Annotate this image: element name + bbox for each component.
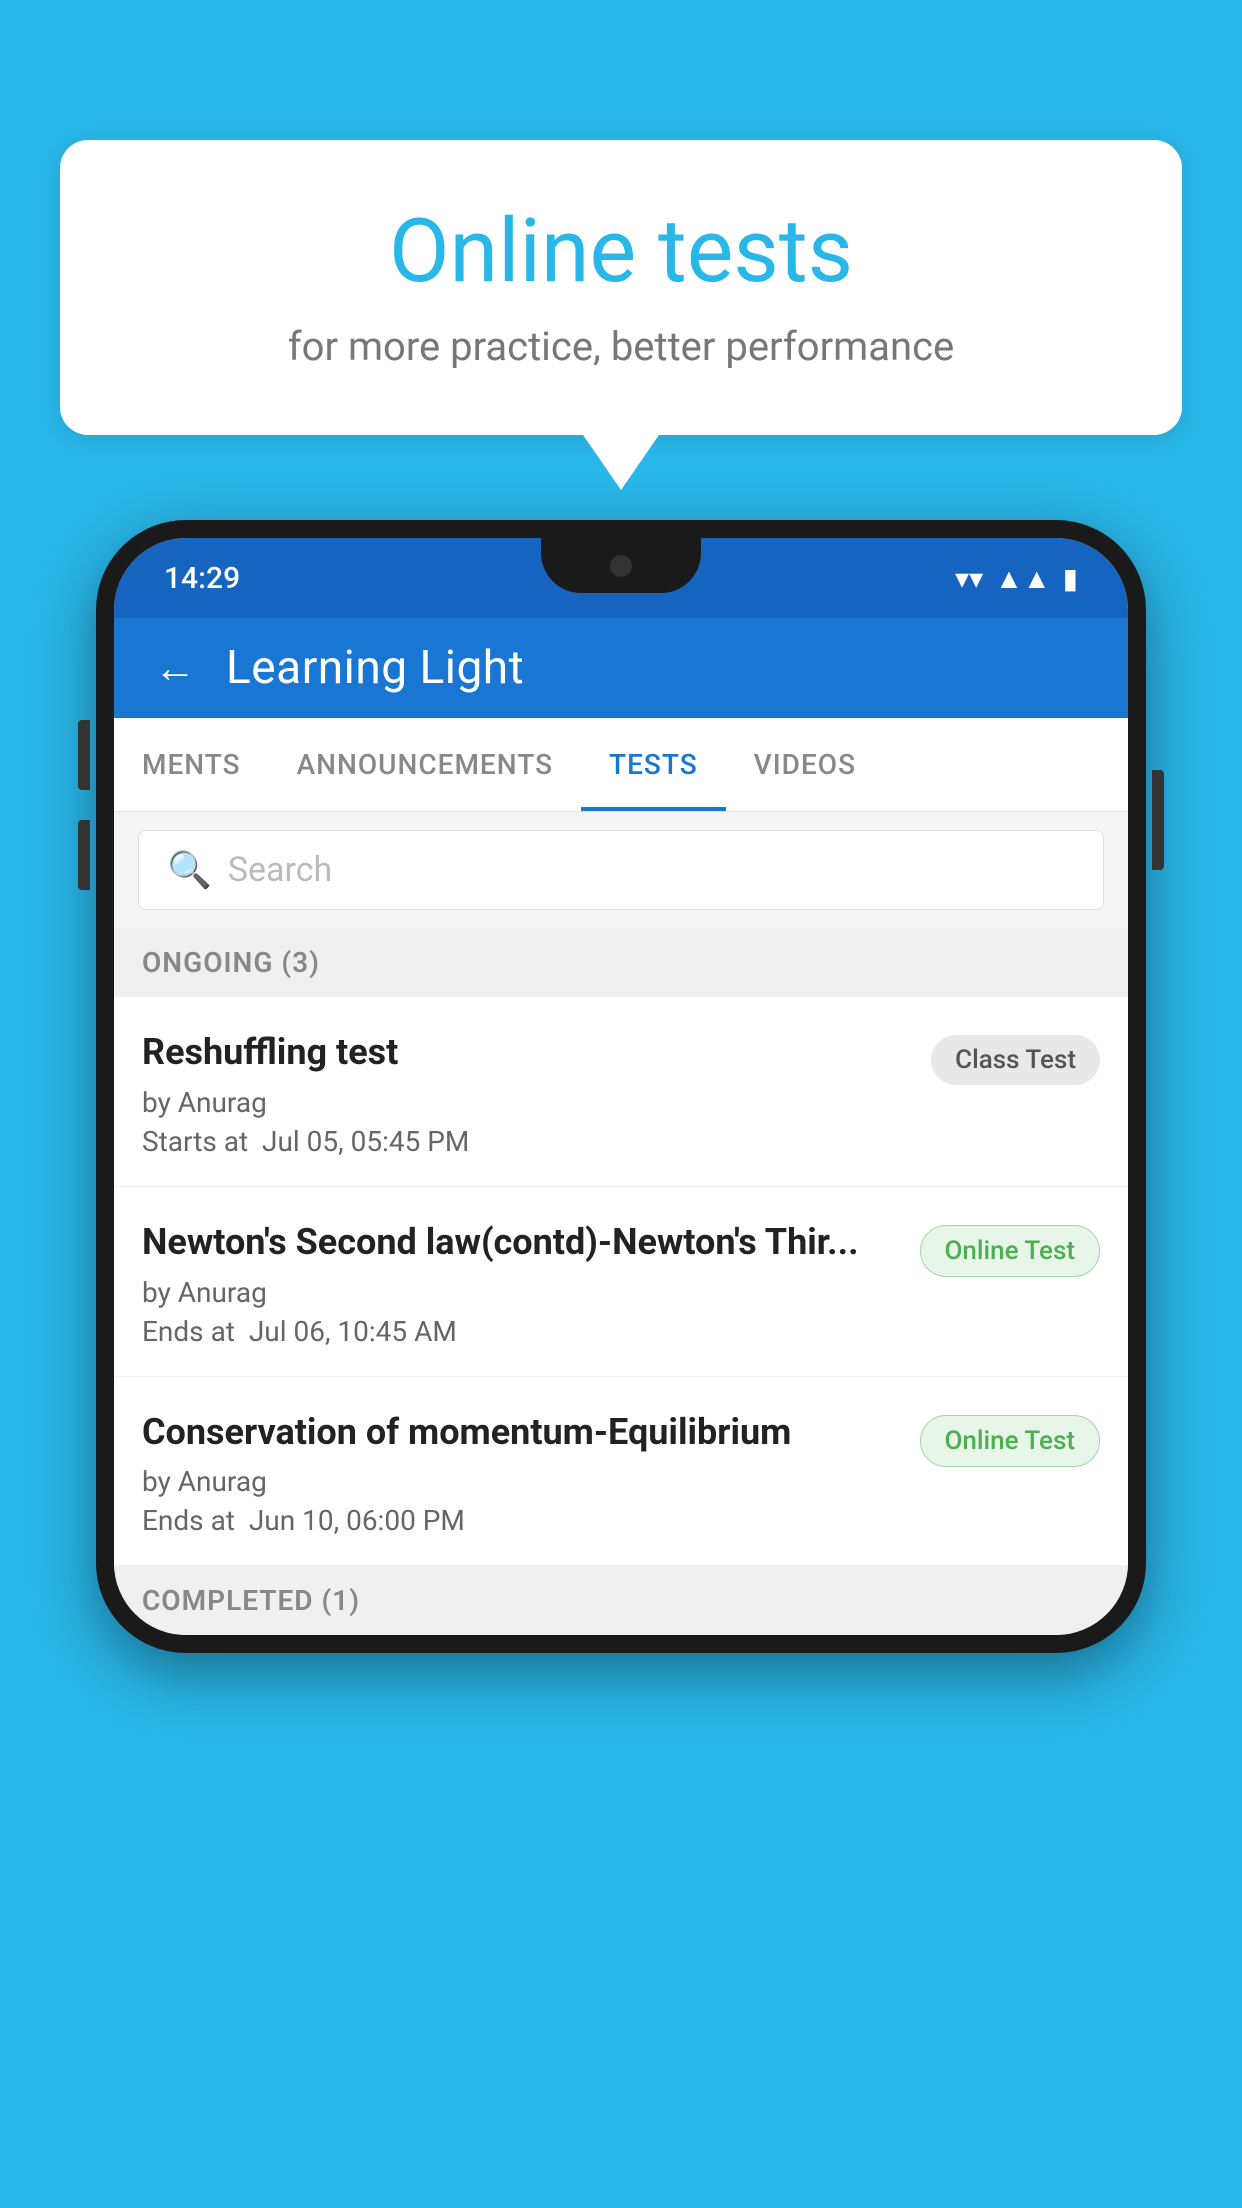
- completed-section-header: COMPLETED (1): [114, 1566, 1128, 1635]
- tab-announcements[interactable]: ANNOUNCEMENTS: [269, 718, 581, 811]
- power-button[interactable]: [1152, 770, 1164, 870]
- phone-screen: 14:29 ▾▾ ▲▲ ▮ ← Learning Light MENTS ANN…: [114, 538, 1128, 1635]
- search-icon: 🔍: [167, 849, 212, 891]
- test-item-reshuffling[interactable]: Reshuffling test by Anurag Starts at Jul…: [114, 997, 1128, 1187]
- test-author-conservation: by Anurag: [142, 1465, 900, 1498]
- app-header: ← Learning Light: [114, 618, 1128, 718]
- test-info-newtons: Newton's Second law(contd)-Newton's Thir…: [142, 1219, 920, 1348]
- battery-icon: ▮: [1063, 562, 1078, 595]
- bubble-subtitle: for more practice, better performance: [140, 323, 1102, 370]
- status-bar: 14:29 ▾▾ ▲▲ ▮: [114, 538, 1128, 618]
- speech-bubble: Online tests for more practice, better p…: [60, 140, 1182, 435]
- test-item-conservation[interactable]: Conservation of momentum-Equilibrium by …: [114, 1377, 1128, 1567]
- tabs-bar: MENTS ANNOUNCEMENTS TESTS VIDEOS: [114, 718, 1128, 812]
- tab-videos[interactable]: VIDEOS: [726, 718, 884, 811]
- search-bar[interactable]: 🔍 Search: [138, 830, 1104, 910]
- test-name-newtons: Newton's Second law(contd)-Newton's Thir…: [142, 1219, 900, 1266]
- search-placeholder: Search: [228, 850, 332, 890]
- speech-bubble-container: Online tests for more practice, better p…: [60, 140, 1182, 435]
- badge-class-test: Class Test: [931, 1035, 1100, 1085]
- phone-wrapper: 14:29 ▾▾ ▲▲ ▮ ← Learning Light MENTS ANN…: [96, 520, 1146, 1653]
- volume-up-button[interactable]: [78, 720, 90, 790]
- test-author-reshuffling: by Anurag: [142, 1086, 911, 1119]
- wifi-icon: ▾▾: [955, 562, 983, 595]
- test-list: Reshuffling test by Anurag Starts at Jul…: [114, 997, 1128, 1566]
- bubble-title: Online tests: [140, 200, 1102, 303]
- test-date-reshuffling: Starts at Jul 05, 05:45 PM: [142, 1125, 911, 1158]
- test-author-newtons: by Anurag: [142, 1276, 900, 1309]
- back-button[interactable]: ←: [154, 644, 196, 693]
- test-info-conservation: Conservation of momentum-Equilibrium by …: [142, 1409, 920, 1538]
- status-icons: ▾▾ ▲▲ ▮: [955, 562, 1078, 595]
- notch: [541, 538, 701, 593]
- test-item-newtons[interactable]: Newton's Second law(contd)-Newton's Thir…: [114, 1187, 1128, 1377]
- status-time: 14:29: [164, 561, 240, 596]
- ongoing-label: ONGOING (3): [142, 946, 320, 979]
- badge-online-test-conservation: Online Test: [920, 1415, 1101, 1467]
- test-date-newtons: Ends at Jul 06, 10:45 AM: [142, 1315, 900, 1348]
- ongoing-section-header: ONGOING (3): [114, 928, 1128, 997]
- camera-dot: [610, 555, 632, 577]
- test-name-conservation: Conservation of momentum-Equilibrium: [142, 1409, 900, 1456]
- search-container: 🔍 Search: [114, 812, 1128, 928]
- signal-icon: ▲▲: [995, 562, 1050, 595]
- test-date-conservation: Ends at Jun 10, 06:00 PM: [142, 1504, 900, 1537]
- phone-frame: 14:29 ▾▾ ▲▲ ▮ ← Learning Light MENTS ANN…: [96, 520, 1146, 1653]
- test-info-reshuffling: Reshuffling test by Anurag Starts at Jul…: [142, 1029, 931, 1158]
- completed-label: COMPLETED (1): [142, 1584, 360, 1617]
- tab-ments[interactable]: MENTS: [114, 718, 269, 811]
- volume-down-button[interactable]: [78, 820, 90, 890]
- app-title: Learning Light: [226, 641, 524, 695]
- badge-online-test-newtons: Online Test: [920, 1225, 1101, 1277]
- test-name-reshuffling: Reshuffling test: [142, 1029, 911, 1076]
- tab-tests[interactable]: TESTS: [581, 718, 726, 811]
